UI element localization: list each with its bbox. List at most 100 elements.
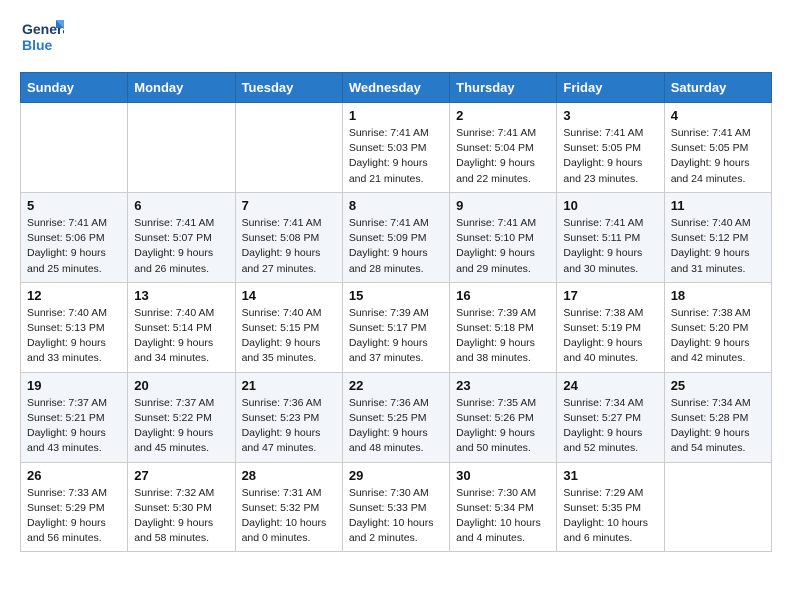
day-number: 21 — [242, 378, 336, 393]
calendar-cell-13: 13Sunrise: 7:40 AMSunset: 5:14 PMDayligh… — [128, 282, 235, 372]
day-number: 25 — [671, 378, 765, 393]
calendar-cell-2: 2 Sunrise: 7:41 AMSunset: 5:04 PMDaylight… — [450, 103, 557, 193]
weekday-header-tuesday: Tuesday — [235, 73, 342, 103]
week-row-3: 19 Sunrise: 7:37 AMSunset: 5:21 PMDayligh… — [21, 372, 772, 462]
day-number: 11 — [671, 198, 765, 213]
day-info: Sunrise: 7:36 AMSunset: 5:25 PMDaylight:… — [349, 396, 443, 457]
day-number: 9 — [456, 198, 550, 213]
day-number: 28 — [242, 468, 336, 483]
calendar-cell-28: 28 Sunrise: 7:31 AMSunset: 5:32 PMDayligh… — [235, 462, 342, 552]
calendar-cell-15: 15 Sunrise: 7:39 AMSunset: 5:17 PMDayligh… — [342, 282, 449, 372]
day-number: 1 — [349, 108, 443, 123]
day-info: Sunrise: 7:29 AMSunset: 5:35 PMDaylight:… — [563, 486, 657, 547]
weekday-header-monday: Monday — [128, 73, 235, 103]
logo: General Blue — [20, 16, 64, 60]
day-number: 24 — [563, 378, 657, 393]
calendar-cell-30: 30 Sunrise: 7:30 AMSunset: 5:34 PMDayligh… — [450, 462, 557, 552]
calendar-cell-22: 22Sunrise: 7:36 AMSunset: 5:25 PMDayligh… — [342, 372, 449, 462]
day-info: Sunrise: 7:40 AMSunset: 5:14 PMDaylight:… — [134, 306, 228, 367]
day-number: 3 — [563, 108, 657, 123]
calendar-cell-18: 18 Sunrise: 7:38 AMSunset: 5:20 PMDayligh… — [664, 282, 771, 372]
day-info: Sunrise: 7:41 AMSunset: 5:09 PMDaylight:… — [349, 216, 443, 277]
calendar-cell-29: 29 Sunrise: 7:30 AMSunset: 5:33 PMDayligh… — [342, 462, 449, 552]
calendar-cell-20: 20 Sunrise: 7:37 AMSunset: 5:22 PMDayligh… — [128, 372, 235, 462]
day-number: 15 — [349, 288, 443, 303]
calendar-cell-26: 26 Sunrise: 7:33 AMSunset: 5:29 PMDayligh… — [21, 462, 128, 552]
day-info: Sunrise: 7:40 AMSunset: 5:15 PMDaylight:… — [242, 306, 336, 367]
calendar-cell-19: 19 Sunrise: 7:37 AMSunset: 5:21 PMDayligh… — [21, 372, 128, 462]
day-info: Sunrise: 7:30 AMSunset: 5:33 PMDaylight:… — [349, 486, 443, 547]
day-info: Sunrise: 7:41 AMSunset: 5:11 PMDaylight:… — [563, 216, 657, 277]
day-info: Sunrise: 7:37 AMSunset: 5:22 PMDaylight:… — [134, 396, 228, 457]
calendar-cell-empty — [128, 103, 235, 193]
day-info: Sunrise: 7:30 AMSunset: 5:34 PMDaylight:… — [456, 486, 550, 547]
weekday-header-friday: Friday — [557, 73, 664, 103]
calendar-cell-empty — [235, 103, 342, 193]
calendar-cell-31: 31 Sunrise: 7:29 AMSunset: 5:35 PMDayligh… — [557, 462, 664, 552]
calendar-cell-1: 1Sunrise: 7:41 AMSunset: 5:03 PMDaylight… — [342, 103, 449, 193]
day-info: Sunrise: 7:34 AMSunset: 5:28 PMDaylight:… — [671, 396, 765, 457]
day-info: Sunrise: 7:41 AMSunset: 5:04 PMDaylight:… — [456, 126, 550, 187]
day-info: Sunrise: 7:33 AMSunset: 5:29 PMDaylight:… — [27, 486, 121, 547]
day-number: 26 — [27, 468, 121, 483]
day-info: Sunrise: 7:39 AMSunset: 5:18 PMDaylight:… — [456, 306, 550, 367]
day-info: Sunrise: 7:41 AMSunset: 5:07 PMDaylight:… — [134, 216, 228, 277]
calendar-cell-empty — [664, 462, 771, 552]
calendar-cell-5: 5 Sunrise: 7:41 AMSunset: 5:06 PMDaylight… — [21, 192, 128, 282]
day-number: 30 — [456, 468, 550, 483]
day-info: Sunrise: 7:41 AMSunset: 5:10 PMDaylight:… — [456, 216, 550, 277]
day-number: 7 — [242, 198, 336, 213]
calendar-cell-3: 3Sunrise: 7:41 AMSunset: 5:05 PMDaylight… — [557, 103, 664, 193]
calendar-cell-empty — [21, 103, 128, 193]
calendar-cell-24: 24 Sunrise: 7:34 AMSunset: 5:27 PMDayligh… — [557, 372, 664, 462]
day-info: Sunrise: 7:41 AMSunset: 5:08 PMDaylight:… — [242, 216, 336, 277]
day-info: Sunrise: 7:41 AMSunset: 5:05 PMDaylight:… — [671, 126, 765, 187]
weekday-header-saturday: Saturday — [664, 73, 771, 103]
calendar-cell-4: 4 Sunrise: 7:41 AMSunset: 5:05 PMDaylight… — [664, 103, 771, 193]
day-info: Sunrise: 7:36 AMSunset: 5:23 PMDaylight:… — [242, 396, 336, 457]
day-number: 20 — [134, 378, 228, 393]
calendar-cell-14: 14Sunrise: 7:40 AMSunset: 5:15 PMDayligh… — [235, 282, 342, 372]
day-info: Sunrise: 7:40 AMSunset: 5:13 PMDaylight:… — [27, 306, 121, 367]
day-number: 8 — [349, 198, 443, 213]
day-info: Sunrise: 7:38 AMSunset: 5:20 PMDaylight:… — [671, 306, 765, 367]
calendar-cell-21: 21 Sunrise: 7:36 AMSunset: 5:23 PMDayligh… — [235, 372, 342, 462]
day-number: 16 — [456, 288, 550, 303]
weekday-header-thursday: Thursday — [450, 73, 557, 103]
day-number: 10 — [563, 198, 657, 213]
day-info: Sunrise: 7:34 AMSunset: 5:27 PMDaylight:… — [563, 396, 657, 457]
day-number: 2 — [456, 108, 550, 123]
day-number: 5 — [27, 198, 121, 213]
calendar-cell-6: 6 Sunrise: 7:41 AMSunset: 5:07 PMDaylight… — [128, 192, 235, 282]
weekday-header-sunday: Sunday — [21, 73, 128, 103]
day-number: 6 — [134, 198, 228, 213]
day-number: 31 — [563, 468, 657, 483]
calendar-cell-25: 25 Sunrise: 7:34 AMSunset: 5:28 PMDayligh… — [664, 372, 771, 462]
day-info: Sunrise: 7:32 AMSunset: 5:30 PMDaylight:… — [134, 486, 228, 547]
calendar-cell-8: 8 Sunrise: 7:41 AMSunset: 5:09 PMDaylight… — [342, 192, 449, 282]
day-info: Sunrise: 7:31 AMSunset: 5:32 PMDaylight:… — [242, 486, 336, 547]
week-row-1: 5 Sunrise: 7:41 AMSunset: 5:06 PMDaylight… — [21, 192, 772, 282]
day-info: Sunrise: 7:40 AMSunset: 5:12 PMDaylight:… — [671, 216, 765, 277]
day-number: 18 — [671, 288, 765, 303]
day-number: 19 — [27, 378, 121, 393]
header: General Blue — [20, 16, 772, 60]
day-number: 4 — [671, 108, 765, 123]
svg-text:Blue: Blue — [22, 37, 53, 53]
calendar-cell-17: 17Sunrise: 7:38 AMSunset: 5:19 PMDayligh… — [557, 282, 664, 372]
logo-svg: General Blue — [20, 16, 64, 60]
calendar-cell-11: 11 Sunrise: 7:40 AMSunset: 5:12 PMDayligh… — [664, 192, 771, 282]
day-number: 23 — [456, 378, 550, 393]
day-info: Sunrise: 7:39 AMSunset: 5:17 PMDaylight:… — [349, 306, 443, 367]
day-info: Sunrise: 7:41 AMSunset: 5:06 PMDaylight:… — [27, 216, 121, 277]
week-row-2: 12 Sunrise: 7:40 AMSunset: 5:13 PMDayligh… — [21, 282, 772, 372]
page: General Blue SundayMondayTuesdayWednesda… — [0, 0, 792, 568]
day-info: Sunrise: 7:37 AMSunset: 5:21 PMDaylight:… — [27, 396, 121, 457]
week-row-4: 26 Sunrise: 7:33 AMSunset: 5:29 PMDayligh… — [21, 462, 772, 552]
day-number: 27 — [134, 468, 228, 483]
day-number: 29 — [349, 468, 443, 483]
calendar-cell-27: 27 Sunrise: 7:32 AMSunset: 5:30 PMDayligh… — [128, 462, 235, 552]
day-info: Sunrise: 7:35 AMSunset: 5:26 PMDaylight:… — [456, 396, 550, 457]
calendar-cell-10: 10 Sunrise: 7:41 AMSunset: 5:11 PMDayligh… — [557, 192, 664, 282]
day-number: 12 — [27, 288, 121, 303]
